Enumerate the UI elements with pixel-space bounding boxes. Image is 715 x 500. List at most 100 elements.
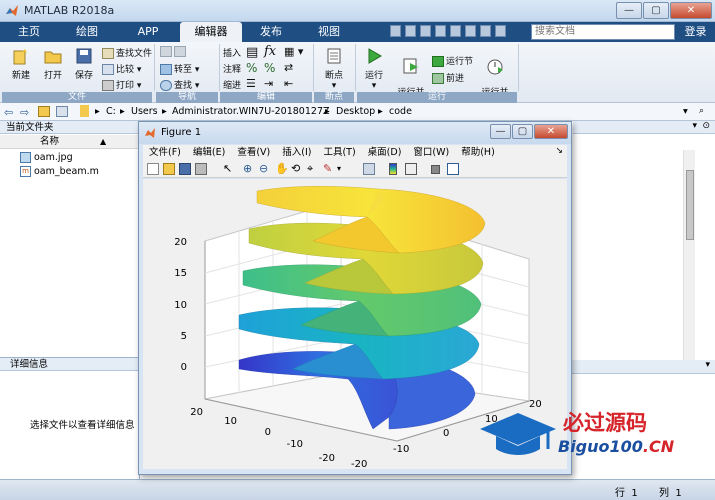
open-button[interactable]: 打开 [38, 46, 68, 81]
dock-figure-icon[interactable]: ↘ [555, 146, 563, 156]
breadcrumb-users[interactable]: Users [131, 106, 158, 117]
advance-button[interactable]: 前进 [432, 71, 464, 84]
redo-quick-icon[interactable] [465, 25, 476, 37]
file-item[interactable]: oam.jpg [20, 152, 73, 163]
login-button[interactable]: 登录 [679, 22, 712, 42]
undo-quick-icon[interactable] [450, 25, 461, 37]
menu-insert[interactable]: 插入(I) [276, 145, 317, 160]
name-column-header[interactable]: 名称 ▲ [0, 135, 140, 149]
find-files-button[interactable]: 查找文件 [102, 46, 152, 59]
zoom-out-icon[interactable]: ⊖ [259, 163, 271, 175]
zoom-in-icon[interactable]: ⊕ [243, 163, 255, 175]
tab-editor[interactable]: 编辑器 [180, 22, 242, 42]
address-dropdown-icon[interactable]: ▾ [683, 106, 688, 117]
switch-windows-icon[interactable] [480, 25, 491, 37]
rotate-3d-icon[interactable]: ⟲ [291, 163, 303, 175]
figure-title: Figure 1 [161, 127, 202, 138]
nav-back-forward[interactable] [160, 46, 188, 57]
menu-desktop[interactable]: 桌面(D) [362, 145, 408, 160]
breadcrumb-drive[interactable]: C: [106, 106, 116, 117]
brush-icon[interactable]: ✎ [323, 163, 335, 175]
data-cursor-icon[interactable]: ⌖ [307, 163, 319, 175]
panel-expand-icon[interactable]: ⊙ [702, 121, 710, 131]
copy-quick-icon[interactable] [420, 25, 431, 37]
smart-indent-icon[interactable]: ☰ [246, 77, 256, 90]
comment-button[interactable]: 注释 [223, 62, 241, 75]
forward-icon[interactable]: ⇨ [20, 106, 29, 119]
comment-percent-icon[interactable]: % [246, 61, 257, 75]
pan-icon[interactable]: ✋ [275, 163, 289, 175]
scrollbar-thumb[interactable] [686, 170, 694, 240]
fx-icon[interactable]: fx [264, 44, 276, 59]
menu-tools[interactable]: 工具(T) [317, 145, 361, 160]
hide-tools-icon[interactable] [431, 165, 440, 174]
vertical-scrollbar[interactable] [683, 150, 695, 360]
breadcrumb-desktop[interactable]: Desktop [336, 106, 375, 117]
panel-actions-icon[interactable]: ▾ [692, 121, 697, 131]
indent-decrease-icon[interactable]: ⇤ [284, 77, 293, 90]
close-icon[interactable]: ✕ [534, 124, 568, 139]
panel-actions-icon[interactable]: ▾ [705, 360, 710, 370]
close-icon[interactable]: ✕ [670, 2, 712, 19]
back-icon[interactable]: ⇦ [4, 106, 13, 119]
breadcrumb-user[interactable]: Administrator.WIN7U-20180127Z [172, 106, 330, 117]
link-plot-icon[interactable] [363, 163, 375, 175]
menu-file[interactable]: 文件(F) [143, 145, 187, 160]
search-documentation-input[interactable]: 搜索文档 [531, 24, 675, 40]
indent-button[interactable]: 缩进 [223, 78, 241, 91]
menu-window[interactable]: 窗口(W) [407, 145, 455, 160]
maximize-icon[interactable]: ▢ [512, 124, 533, 139]
new-button[interactable]: 新建 [6, 46, 36, 81]
print-figure-icon[interactable] [195, 163, 207, 175]
save-quick-icon[interactable] [390, 25, 401, 37]
open-file-icon[interactable] [163, 163, 175, 175]
insert-section-icon[interactable]: ▤ [246, 45, 258, 60]
brush-dropdown-icon[interactable]: ▾ [337, 163, 349, 175]
show-tools-icon[interactable] [447, 163, 459, 175]
file-name: oam.jpg [34, 152, 73, 163]
insert-more-icon[interactable]: ▦ ▾ [284, 45, 303, 58]
goto-button[interactable]: 转至 ▾ [160, 62, 199, 75]
compare-button[interactable]: 比较 ▾ [102, 62, 141, 75]
print-button[interactable]: 打印 ▾ [102, 78, 141, 91]
tab-publish[interactable]: 发布 [246, 22, 296, 42]
tab-apps[interactable]: APP [122, 22, 174, 42]
save-figure-icon[interactable] [179, 163, 191, 175]
menu-view[interactable]: 查看(V) [231, 145, 276, 160]
file-item[interactable]: m oam_beam.m [20, 166, 99, 177]
tab-view[interactable]: 视图 [304, 22, 354, 42]
maximize-icon[interactable]: ▢ [643, 2, 669, 19]
menu-help[interactable]: 帮助(H) [455, 145, 501, 160]
tab-home[interactable]: 主页 [8, 22, 50, 42]
indent-increase-icon[interactable]: ⇥ [264, 77, 273, 90]
insert-button[interactable]: 插入 [223, 46, 241, 59]
figure-title-bar[interactable]: Figure 1 — ▢ ✕ [139, 122, 571, 144]
uncomment-icon[interactable]: % [264, 61, 275, 75]
legend-icon[interactable] [405, 163, 417, 175]
minimize-icon[interactable]: — [616, 2, 642, 19]
wrap-comments-icon[interactable]: ⇄ [284, 61, 293, 74]
breakpoints-button[interactable]: 断点 ▾ [318, 46, 350, 91]
run-button[interactable]: 运行 ▾ [360, 46, 388, 91]
browse-folder-icon[interactable] [56, 106, 68, 117]
watermark-en-text: Biguo100.CN [558, 437, 674, 456]
cut-quick-icon[interactable] [405, 25, 416, 37]
x-tick-label: -20 [351, 459, 367, 469]
address-search-icon[interactable]: ⌕ [699, 106, 704, 116]
new-figure-icon[interactable] [147, 163, 159, 175]
parent-folder-icon[interactable] [38, 106, 50, 117]
menu-edit[interactable]: 编辑(E) [187, 145, 231, 160]
help-quick-icon[interactable] [495, 25, 506, 37]
minimize-icon[interactable]: — [490, 124, 511, 139]
save-button[interactable]: 保存 [70, 46, 98, 81]
compare-label: 比较 [116, 65, 135, 75]
find-button[interactable]: 查找 ▾ [160, 78, 199, 91]
run-time-icon [487, 59, 503, 75]
breadcrumb-code[interactable]: code [389, 106, 412, 117]
paste-quick-icon[interactable] [435, 25, 446, 37]
run-section-button[interactable]: 运行节 [432, 54, 473, 67]
compare-icon [102, 64, 114, 75]
tab-plots[interactable]: 绘图 [62, 22, 112, 42]
colorbar-icon[interactable] [389, 163, 397, 175]
pointer-icon[interactable]: ↖ [223, 163, 235, 175]
